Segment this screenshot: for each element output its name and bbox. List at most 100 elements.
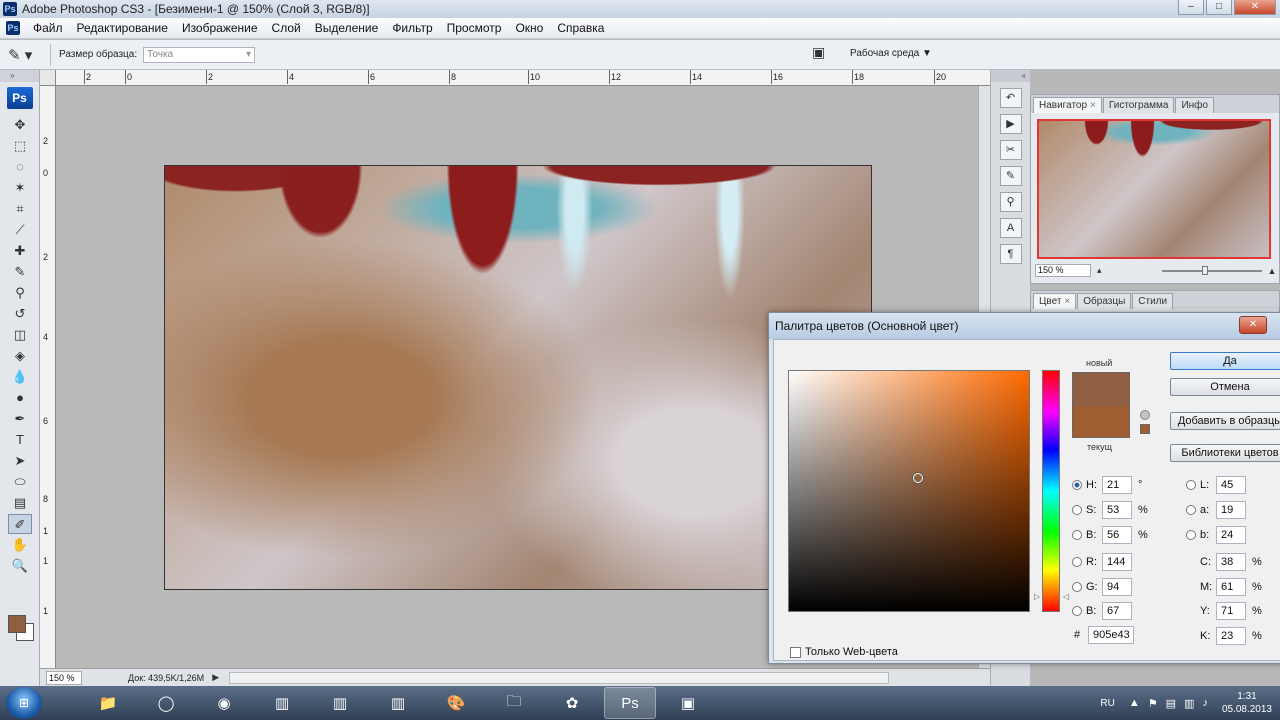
clock[interactable]: 1:31 05.08.2013 <box>1222 690 1272 716</box>
navigator-zoom-field[interactable]: 150 % <box>1035 264 1091 277</box>
menu-image[interactable]: Изображение <box>175 21 265 35</box>
paint-bucket-tool-icon[interactable]: ◈ <box>8 346 32 366</box>
hand-tool-icon[interactable]: ✋ <box>8 535 32 555</box>
foreground-color-swatch[interactable] <box>8 615 26 633</box>
black-input[interactable]: 23 <box>1216 627 1246 645</box>
tab-histogram[interactable]: Гистограмма <box>1102 97 1175 113</box>
lab-a-input[interactable]: 19 <box>1216 501 1246 519</box>
cyan-input[interactable]: 38 <box>1216 553 1246 571</box>
navigator-preview[interactable] <box>1037 119 1271 259</box>
ruler-origin[interactable] <box>40 70 56 86</box>
blur-tool-icon[interactable]: 💧 <box>8 367 32 387</box>
tab-styles[interactable]: Стили <box>1132 293 1174 309</box>
winrar2-taskbar-icon[interactable]: ▥ <box>314 687 366 719</box>
menu-view[interactable]: Просмотр <box>440 21 509 35</box>
color-libraries-button[interactable]: Библиотеки цветов <box>1170 444 1280 462</box>
menu-help[interactable]: Справка <box>550 21 611 35</box>
notes-tool-icon[interactable]: ▤ <box>8 493 32 513</box>
checkbox-box[interactable] <box>790 646 801 658</box>
color-field-cursor[interactable] <box>913 473 923 483</box>
volume-icon[interactable]: ♪ <box>1202 697 1208 709</box>
winrar-taskbar-icon[interactable]: ▥ <box>256 687 308 719</box>
winrar3-taskbar-icon[interactable]: ▥ <box>372 687 424 719</box>
lab-l-radio[interactable] <box>1186 480 1196 490</box>
red-input[interactable]: 144 <box>1102 553 1132 571</box>
zoom-slider-knob[interactable] <box>1201 265 1208 275</box>
tab-navigator[interactable]: Навигатор × <box>1033 97 1102 113</box>
bridge-icon[interactable]: ▣ <box>812 44 834 62</box>
saturation-input[interactable]: 53 <box>1102 501 1132 519</box>
shape-tool-icon[interactable]: ⬭ <box>8 472 32 492</box>
horizontal-ruler[interactable]: 2 0 2 4 6 8 10 12 14 16 18 20 <box>56 70 990 86</box>
opera-taskbar-icon[interactable]: ◯ <box>140 687 192 719</box>
document-icon[interactable]: Ps <box>6 21 20 35</box>
menu-file[interactable]: Файл <box>26 21 70 35</box>
green-radio[interactable] <box>1072 582 1082 592</box>
hex-input[interactable]: 905e43 <box>1088 626 1134 644</box>
lab-a-radio[interactable] <box>1186 505 1196 515</box>
device-icon[interactable]: ▤ <box>1166 697 1176 710</box>
hue-input[interactable]: 21 <box>1102 476 1132 494</box>
actions-panel-icon[interactable]: ▶ <box>999 114 1022 134</box>
language-indicator[interactable]: RU <box>1100 698 1114 709</box>
horizontal-scrollbar[interactable] <box>229 671 890 684</box>
cancel-button[interactable]: Отмена <box>1170 378 1280 396</box>
green-input[interactable]: 94 <box>1102 578 1132 596</box>
menu-select[interactable]: Выделение <box>308 21 386 35</box>
type-tool-icon[interactable]: T <box>8 430 32 450</box>
magic-wand-tool-icon[interactable]: ✶ <box>8 178 32 198</box>
minimize-button[interactable]: – <box>1178 0 1204 15</box>
workspace-menu[interactable]: Рабочая среда ▼ <box>850 48 932 59</box>
toolbox-grip[interactable]: » <box>0 70 39 82</box>
blue-radio[interactable] <box>1072 606 1082 616</box>
zoom-out-icon[interactable]: ▴ <box>1097 265 1102 276</box>
eraser-tool-icon[interactable]: ◫ <box>8 325 32 345</box>
saturation-radio[interactable] <box>1072 505 1082 515</box>
out-of-gamut-warning-icon[interactable] <box>1140 410 1150 420</box>
eyedropper-tool-icon[interactable]: ✐ <box>8 514 32 534</box>
status-menu-arrow-icon[interactable]: ▶ <box>212 672 219 683</box>
hue-slider[interactable] <box>1042 370 1060 612</box>
brushes-panel-icon[interactable]: ✎ <box>999 166 1022 186</box>
history-panel-icon[interactable]: ↶ <box>999 88 1022 108</box>
paint-taskbar-icon[interactable]: 🎨 <box>430 687 482 719</box>
marquee-tool-icon[interactable]: ⬚ <box>8 136 32 156</box>
firefox-taskbar-icon[interactable]: ◉ <box>198 687 250 719</box>
zoom-field[interactable]: 150 % <box>46 670 82 685</box>
dock-collapse-icon[interactable]: « <box>991 70 1030 82</box>
clone-source-panel-icon[interactable]: ⚲ <box>999 192 1022 212</box>
menu-filter[interactable]: Фильтр <box>385 21 439 35</box>
pen-tool-icon[interactable]: ✒ <box>8 409 32 429</box>
folder-taskbar-icon[interactable]: 🗀 <box>488 687 540 719</box>
brightness-radio[interactable] <box>1072 530 1082 540</box>
sample-size-select[interactable]: Точка <box>143 46 256 63</box>
lab-b-input[interactable]: 24 <box>1216 526 1246 544</box>
yellow-input[interactable]: 71 <box>1216 602 1246 620</box>
brush-tool-icon[interactable]: ✎ <box>8 262 32 282</box>
start-button[interactable]: ⊞ <box>6 687 42 719</box>
network-icon[interactable]: ▥ <box>1184 697 1194 710</box>
menu-edit[interactable]: Редактирование <box>70 21 175 35</box>
dodge-tool-icon[interactable]: ● <box>8 388 32 408</box>
history-brush-tool-icon[interactable]: ↺ <box>8 304 32 324</box>
menu-layer[interactable]: Слой <box>265 21 308 35</box>
hue-slider-right-marker-icon[interactable]: ◁ <box>1063 592 1069 601</box>
menu-window[interactable]: Окно <box>508 21 550 35</box>
ps-logo[interactable]: Ps <box>6 87 33 109</box>
lab-l-input[interactable]: 45 <box>1216 476 1246 494</box>
monitor-taskbar-icon[interactable]: ▣ <box>662 687 714 719</box>
ok-button[interactable]: Да <box>1170 352 1280 370</box>
eyedropper-tool-preset-icon[interactable]: ✎ ▾ <box>8 43 42 67</box>
current-color-swatch[interactable] <box>1072 406 1130 438</box>
tab-swatches[interactable]: Образцы <box>1077 293 1132 309</box>
tool-presets-panel-icon[interactable]: ✂ <box>999 140 1022 160</box>
path-selection-tool-icon[interactable]: ➤ <box>8 451 32 471</box>
show-hidden-icons-icon[interactable]: ▲ <box>1129 697 1140 709</box>
blue-input[interactable]: 67 <box>1102 602 1132 620</box>
explorer-taskbar-icon[interactable]: 📁 <box>82 687 134 719</box>
photoshop-taskbar-icon[interactable]: Ps <box>604 687 656 719</box>
healing-brush-tool-icon[interactable]: ✚ <box>8 241 32 261</box>
close-icon[interactable]: × <box>1064 296 1070 307</box>
zoom-in-icon[interactable]: ▲ <box>1268 266 1277 276</box>
color-field[interactable] <box>788 370 1030 612</box>
